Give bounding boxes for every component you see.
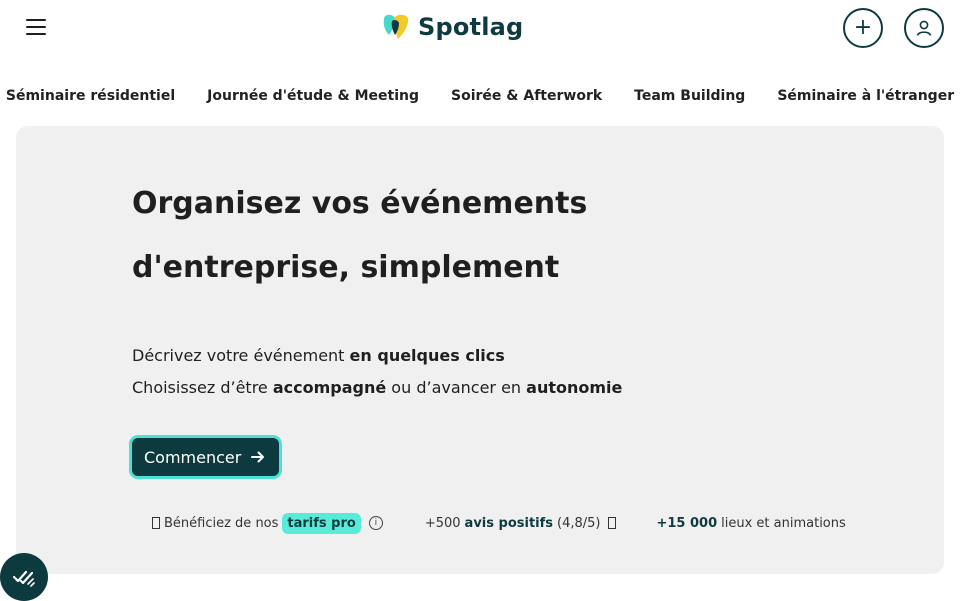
header: Spotlag + [0, 0, 960, 56]
start-button[interactable]: Commencer [132, 438, 280, 476]
checklist-fab[interactable] [0, 553, 48, 601]
user-icon [916, 20, 932, 36]
trust-badges: Bénéficiez de nos tarifs pro i +500 avis… [152, 510, 852, 536]
nav-item-seminaire-residentiel[interactable]: Séminaire résidentiel [6, 80, 175, 112]
hero-title-line2: d'entreprise, simplement [132, 250, 560, 285]
logo[interactable]: Spotlag [380, 10, 523, 44]
line2-prefix: Choisissez d’être [132, 378, 273, 397]
line2-middle: ou d’avancer en [386, 378, 527, 397]
arrow-right-icon [251, 451, 265, 463]
badge-avis-bold: avis positifs [464, 515, 554, 531]
tarifs-pro-pill[interactable]: tarifs pro [282, 512, 361, 534]
badge-lieux: +15 000 lieux et animations [656, 516, 845, 531]
hero-title: Organisez vos événements d'entreprise, s… [132, 172, 652, 300]
hero-section: Organisez vos événements d'entreprise, s… [16, 126, 944, 574]
line2-bold-autonomie: autonomie [526, 378, 623, 397]
account-button[interactable] [904, 8, 944, 48]
hero-description: Décrivez votre événement en quelques cli… [132, 340, 732, 404]
tag-icon [152, 517, 160, 529]
logo-mark-icon [383, 14, 409, 39]
nav-item-seminaire-etranger[interactable]: Séminaire à l'étranger [777, 80, 954, 112]
badge-lieux-suffix: lieux et animations [721, 515, 846, 531]
nav-item-soiree-afterwork[interactable]: Soirée & Afterwork [451, 80, 602, 112]
hamburger-menu-icon[interactable] [24, 16, 48, 38]
badge-avis-suffix: (4,8/5) [557, 515, 601, 531]
badge-avis-prefix: +500 [424, 515, 461, 531]
badge-avis: +500 avis positifs (4,8/5) [425, 516, 617, 531]
category-nav: Séminaire résidentiel Journée d'étude & … [0, 80, 960, 112]
hero-description-line2: Choisissez d’être accompagné ou d’avance… [132, 372, 732, 404]
hero-title-line1: Organisez vos événements [132, 186, 588, 221]
badge-tarifs-pro-text: Bénéficiez de nos [164, 515, 279, 531]
star-icon [608, 517, 617, 529]
nav-item-team-building[interactable]: Team Building [634, 80, 745, 112]
plus-icon: + [853, 15, 873, 40]
logo-text: Spotlag [418, 13, 524, 41]
hero-description-line1: Décrivez votre événement en quelques cli… [132, 340, 732, 372]
add-event-button[interactable]: + [843, 8, 883, 48]
badge-lieux-bold: +15 000 [656, 515, 718, 531]
badge-tarifs-pro: Bénéficiez de nos tarifs pro i [152, 512, 383, 534]
info-icon[interactable]: i [368, 516, 383, 530]
start-button-label: Commencer [144, 447, 242, 467]
line1-bold: en quelques clics [349, 346, 505, 365]
double-check-icon [12, 570, 35, 587]
line1-prefix: Décrivez votre événement [132, 346, 350, 365]
line2-bold-accompagne: accompagné [272, 378, 387, 397]
nav-item-journee-etude[interactable]: Journée d'étude & Meeting [207, 80, 419, 112]
